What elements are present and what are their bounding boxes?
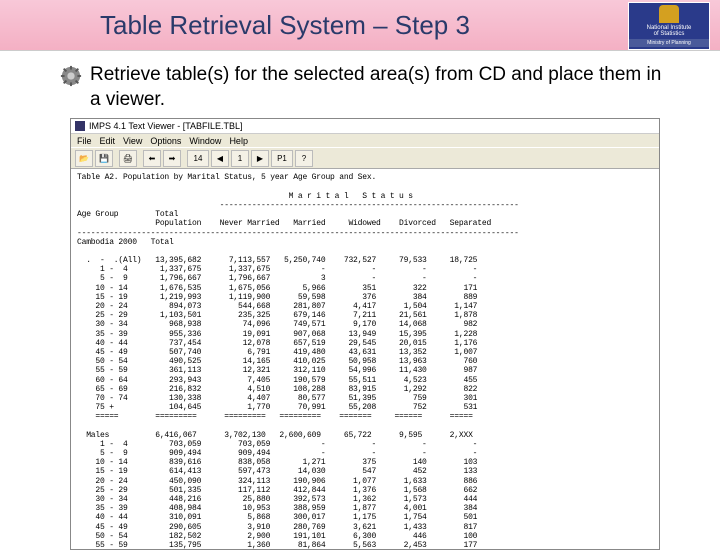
area-row: Cambodia 2000 Total [77, 238, 174, 247]
slide-header: Table Retrieval System – Step 3 National… [0, 0, 720, 51]
page-prev-icon[interactable]: ◀ [211, 150, 229, 167]
data-rows-male: Males 6,416,067 3,702,130 2,600,609 65,7… [77, 431, 477, 550]
menu-options[interactable]: Options [150, 136, 181, 146]
menu-help[interactable]: Help [229, 136, 248, 146]
gear-bullet-icon [60, 65, 82, 87]
separator [139, 151, 141, 166]
page-count: 14 [187, 150, 209, 167]
menu-edit[interactable]: Edit [100, 136, 116, 146]
separator [183, 151, 185, 166]
data-rows-total: . - .(All) 13,395,682 7,113,557 5,250,74… [77, 256, 477, 412]
page-current: 1 [231, 150, 249, 167]
menu-view[interactable]: View [123, 136, 142, 146]
print-icon[interactable]: 🖨 [119, 150, 137, 167]
emblem-icon [659, 5, 679, 23]
toolbar: 📂 💾 🖨 ⬅ ➡ 14 ◀ 1 ▶ P1 ? [71, 148, 659, 169]
app-icon [75, 121, 85, 131]
window-title-text: IMPS 4.1 Text Viewer - [TABFILE.TBL] [89, 121, 243, 131]
description-text: Retrieve table(s) for the selected area(… [90, 63, 670, 112]
help-icon[interactable]: ? [295, 150, 313, 167]
slide-title: Table Retrieval System – Step 3 [100, 10, 470, 41]
menu-window[interactable]: Window [189, 136, 221, 146]
table-title-line: Table A2. Population by Marital Status, … [77, 173, 376, 182]
page-label: P1 [271, 150, 293, 167]
table-content: Table A2. Population by Marital Status, … [71, 169, 659, 549]
separator [115, 151, 117, 166]
next-icon[interactable]: ➡ [163, 150, 181, 167]
window-titlebar: IMPS 4.1 Text Viewer - [TABFILE.TBL] [71, 119, 659, 134]
menu-file[interactable]: File [77, 136, 92, 146]
open-icon[interactable]: 📂 [75, 150, 93, 167]
separator-line: ===== ========= ========= ========= ====… [77, 412, 473, 421]
save-icon[interactable]: 💾 [95, 150, 113, 167]
logo-text-2: of Statistics [654, 31, 685, 37]
column-headers: Age Group Total Population Never Married… [77, 210, 491, 228]
text-viewer-window: IMPS 4.1 Text Viewer - [TABFILE.TBL] Fil… [70, 118, 660, 550]
column-super-header: M a r i t a l S t a t u s [289, 192, 413, 201]
menu-bar[interactable]: File Edit View Options Window Help [71, 134, 659, 148]
logo-subtext: Ministry of Planning [629, 39, 709, 47]
step-description: Retrieve table(s) for the selected area(… [0, 51, 720, 118]
prev-icon[interactable]: ⬅ [143, 150, 161, 167]
institute-logo: National Institute of Statistics Ministr… [628, 2, 710, 50]
page-next-icon[interactable]: ▶ [251, 150, 269, 167]
